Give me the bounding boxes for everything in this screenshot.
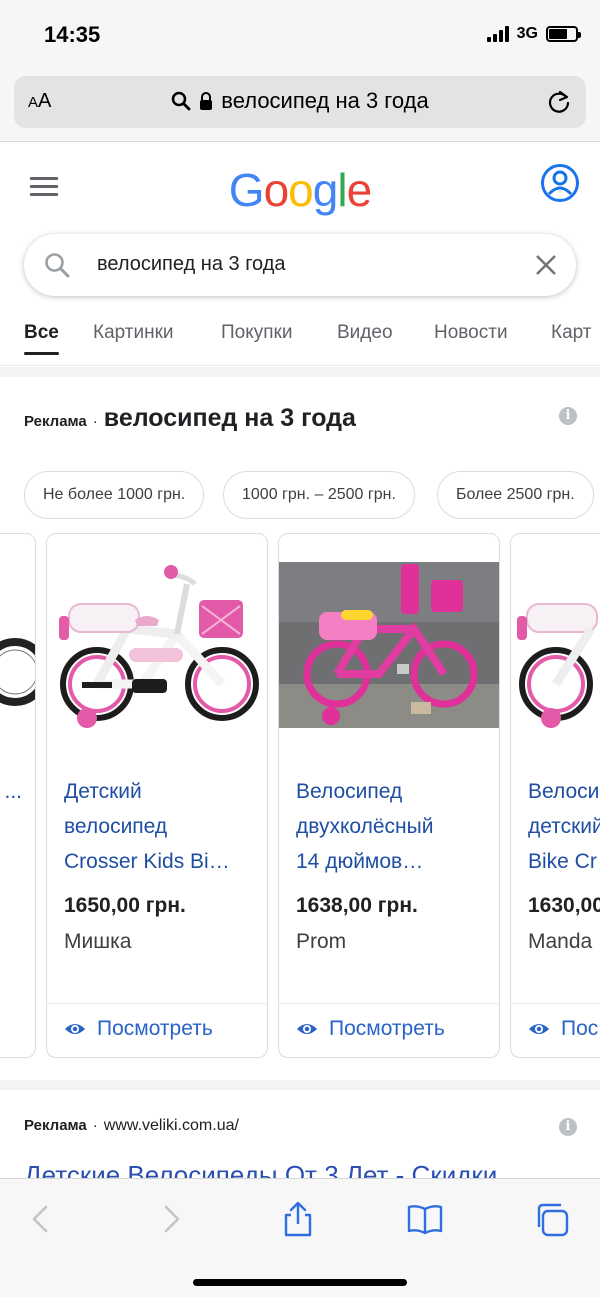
product-image xyxy=(511,534,600,734)
view-button[interactable]: Посмотреть xyxy=(279,1003,499,1057)
search-input[interactable]: велосипед на 3 года xyxy=(97,253,286,276)
ad-label: Реклама xyxy=(24,1117,87,1134)
product-card[interactable]: Велосипед детский Bike Cr 1630,00 Manda … xyxy=(510,533,600,1058)
search-box[interactable]: велосипед на 3 года xyxy=(24,234,576,296)
separator: · xyxy=(92,1117,98,1134)
product-price: 1630,00 xyxy=(528,894,600,917)
status-indicators: 3G xyxy=(486,25,581,43)
google-logo[interactable]: Google xyxy=(0,163,600,217)
logo-letter: e xyxy=(346,164,373,216)
product-seller: Мишка xyxy=(64,930,132,953)
product-card[interactable]: Велосипед двухколёсный 14 дюймов… 1638,0… xyxy=(278,533,500,1058)
address-bar[interactable]: AA велосипед на 3 года xyxy=(14,76,586,128)
tab-shopping[interactable]: Покупки xyxy=(221,322,292,344)
tab-all[interactable]: Все xyxy=(24,322,59,344)
product-image xyxy=(0,534,35,734)
share-icon[interactable] xyxy=(278,1199,318,1239)
logo-letter: g xyxy=(312,164,339,216)
reload-icon[interactable] xyxy=(546,89,572,115)
browser-toolbar: AA велосипед на 3 года xyxy=(0,70,600,142)
product-title[interactable]: Велосипед двухколёсный 14 дюймов… xyxy=(296,774,486,879)
tabs-icon[interactable] xyxy=(533,1199,573,1239)
product-image xyxy=(279,534,499,734)
eye-icon xyxy=(65,1024,85,1034)
product-title: ... xyxy=(4,780,22,803)
eye-icon xyxy=(529,1024,549,1034)
google-header: Google xyxy=(0,143,600,231)
shopping-ad-heading: Реклама · велосипед на 3 года xyxy=(24,404,356,433)
address-text: велосипед на 3 года xyxy=(221,88,429,113)
cellular-signal-icon xyxy=(486,26,509,42)
logo-letter: o xyxy=(288,164,314,216)
product-seller: Prom xyxy=(296,930,347,953)
product-image xyxy=(47,534,267,734)
bookmarks-icon[interactable] xyxy=(405,1199,445,1239)
chip-price-1000-2500[interactable]: 1000 грн. – 2500 грн. xyxy=(223,471,415,519)
status-time: 14:35 xyxy=(44,22,101,47)
product-title[interactable]: Детский велосипед Crosser Kids Bi… xyxy=(64,774,254,879)
ad-url[interactable]: www.veliki.com.ua/ xyxy=(104,1117,239,1135)
search-icon xyxy=(172,91,191,111)
view-button[interactable]: Пос xyxy=(511,1003,600,1057)
info-icon[interactable]: i xyxy=(559,1118,577,1136)
text-ad-header: Реклама · www.veliki.com.ua/ xyxy=(24,1117,239,1135)
lock-icon xyxy=(200,92,213,110)
eye-icon xyxy=(297,1024,317,1034)
back-icon[interactable] xyxy=(22,1199,62,1239)
product-card[interactable]: Детский велосипед Crosser Kids Bi… 1650,… xyxy=(46,533,268,1058)
logo-letter: l xyxy=(337,164,347,216)
separator: · xyxy=(92,413,98,430)
product-price: 1650,00 грн. xyxy=(64,894,186,917)
battery-icon xyxy=(546,26,581,42)
close-icon[interactable] xyxy=(534,253,558,277)
logo-letter: G xyxy=(228,164,265,216)
active-tab-indicator xyxy=(24,352,59,355)
tab-news[interactable]: Новости xyxy=(434,322,508,344)
chip-price-over-2500[interactable]: Более 2500 грн. xyxy=(437,471,594,519)
account-icon[interactable] xyxy=(540,163,580,203)
view-button[interactable]: Посмотреть xyxy=(47,1003,267,1057)
product-price: 1638,00 грн. xyxy=(296,894,418,917)
search-icon[interactable] xyxy=(44,252,70,278)
tab-video[interactable]: Видео xyxy=(337,322,393,344)
ad-label: Реклама xyxy=(24,413,87,430)
logo-letter: o xyxy=(263,164,290,216)
tab-images[interactable]: Картинки xyxy=(93,322,174,344)
home-indicator[interactable] xyxy=(193,1279,407,1286)
status-bar: 14:35 3G xyxy=(0,0,600,70)
price-filter-chips: Не более 1000 грн. 1000 грн. – 2500 грн.… xyxy=(0,471,600,521)
network-type: 3G xyxy=(516,25,538,42)
product-title[interactable]: Велосипед детский Bike Cr xyxy=(528,774,600,879)
info-icon[interactable]: i xyxy=(559,407,577,425)
product-seller: Manda xyxy=(528,930,593,953)
tab-maps[interactable]: Карт xyxy=(551,322,592,344)
forward-icon[interactable] xyxy=(150,1199,190,1239)
product-card[interactable]: ... xyxy=(0,533,36,1058)
product-carousel: ... Детский велосипед Crosser Kids Bi… 1… xyxy=(0,533,600,1059)
shopping-ad-title: велосипед на 3 года xyxy=(103,404,356,432)
section-divider xyxy=(0,367,600,377)
section-divider xyxy=(0,1080,600,1090)
search-tabs: Все Картинки Покупки Видео Новости Карт xyxy=(0,310,600,366)
chip-price-under-1000[interactable]: Не более 1000 грн. xyxy=(24,471,205,519)
